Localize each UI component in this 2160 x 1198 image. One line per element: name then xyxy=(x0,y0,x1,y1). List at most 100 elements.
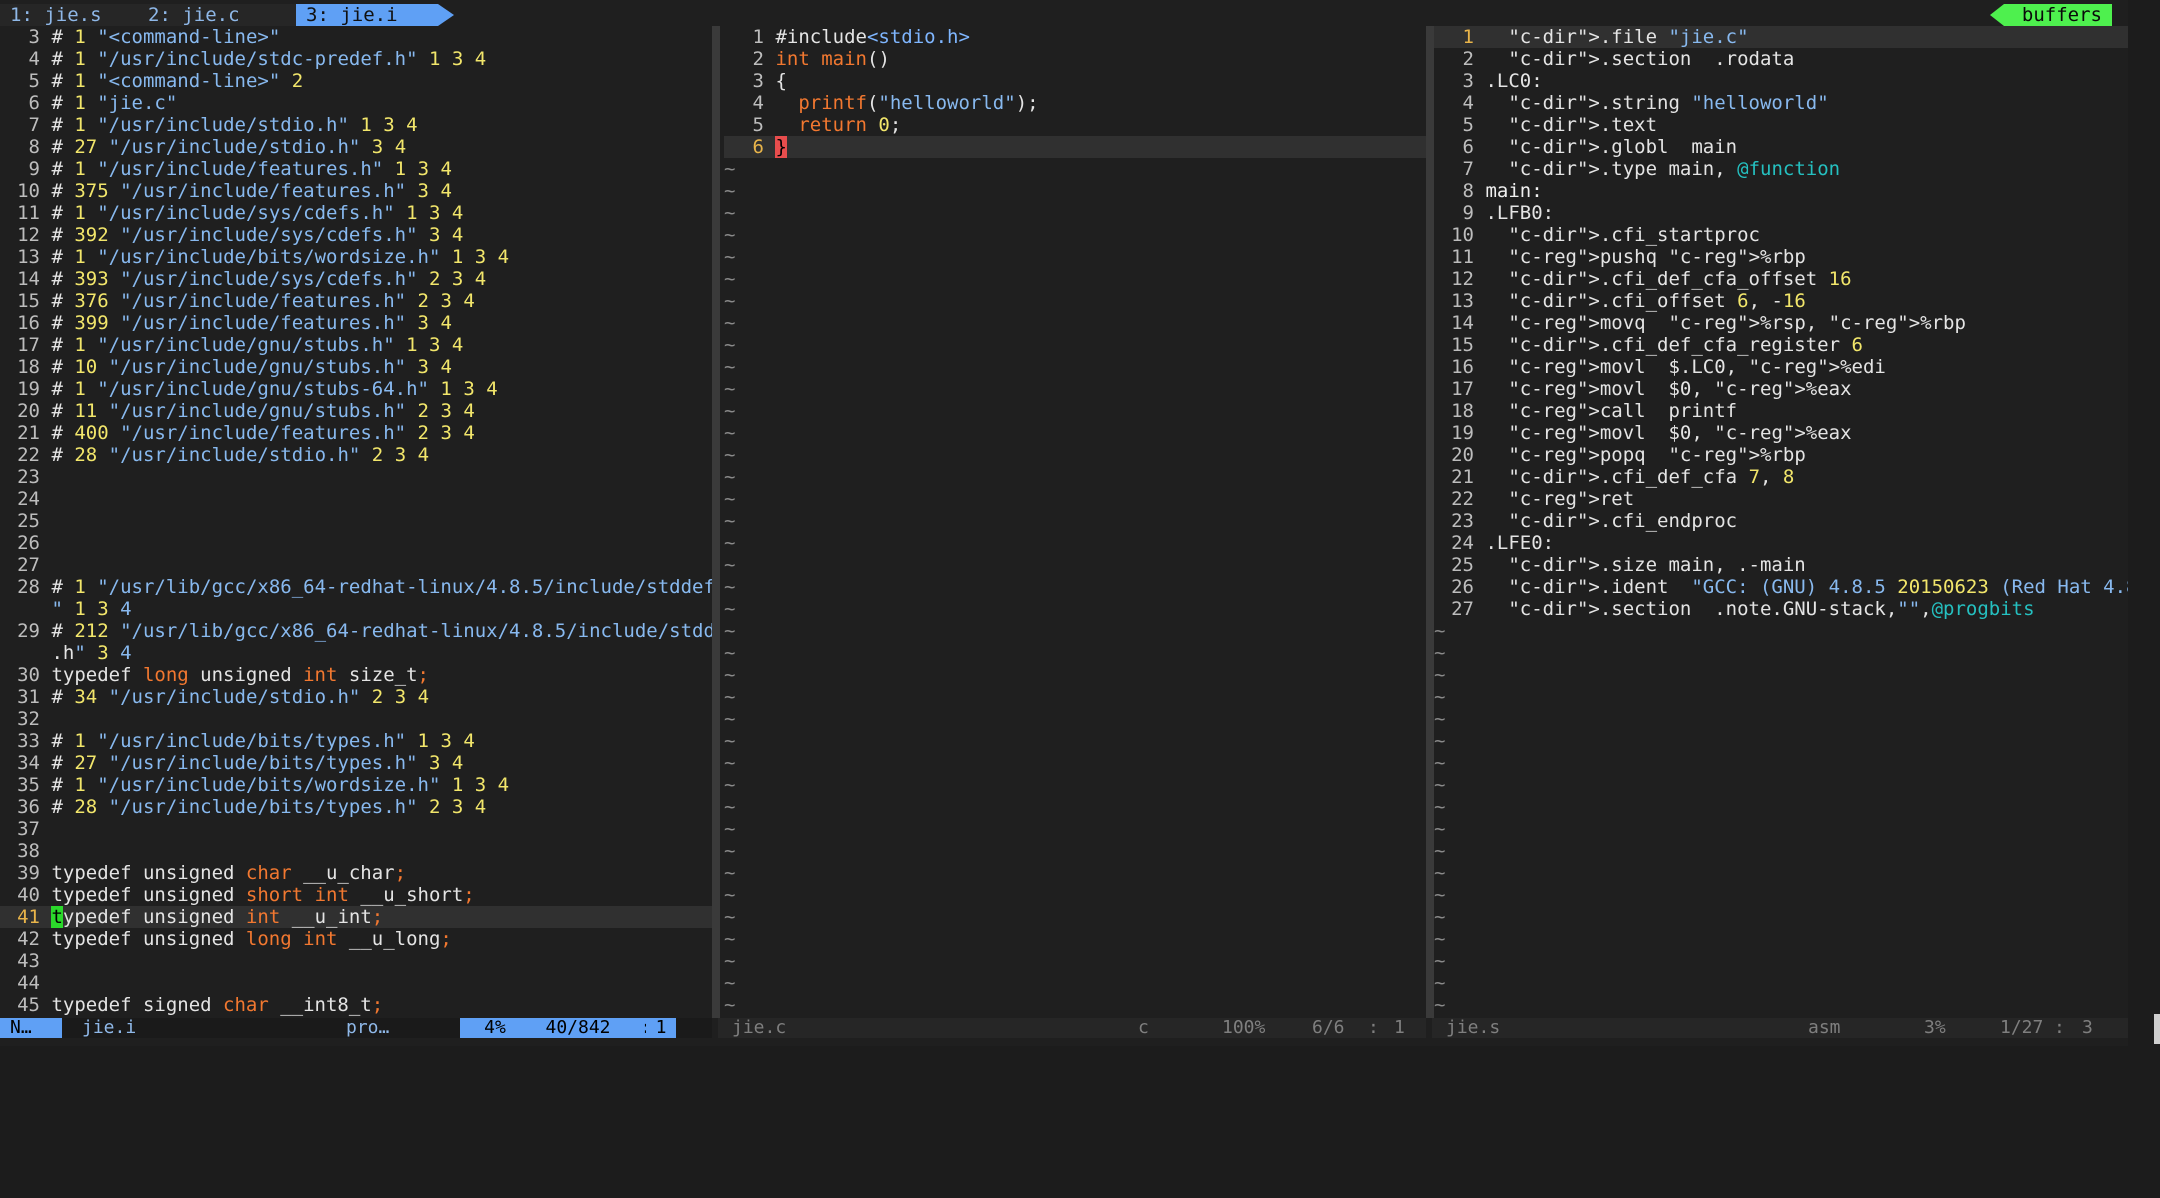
code-line[interactable]: 28 # 1 "/usr/lib/gcc/x86_64-redhat-linux… xyxy=(0,576,712,598)
code-line[interactable]: 18 # 10 "/usr/include/gnu/stubs.h" 3 4 xyxy=(0,356,712,378)
code-line[interactable]: 4 printf("helloworld"); xyxy=(724,92,1426,114)
code-line[interactable]: 3 { xyxy=(724,70,1426,92)
code-line[interactable]: 20 # 11 "/usr/include/gnu/stubs.h" 2 3 4 xyxy=(0,400,712,422)
code-line[interactable]: 30 typedef long unsigned int size_t; xyxy=(0,664,712,686)
code-line[interactable]: 2 "c-dir">.section .rodata xyxy=(1434,48,2128,70)
code-line[interactable]: .h" 3 4 xyxy=(0,642,712,664)
code-line[interactable]: 17 "c-reg">movl $0, "c-reg">%eax xyxy=(1434,378,2128,400)
code-line[interactable]: 2 int main() xyxy=(724,48,1426,70)
code-line[interactable]: 27 xyxy=(0,554,712,576)
code-line[interactable]: 21 "c-dir">.cfi_def_cfa 7, 8 xyxy=(1434,466,2128,488)
line-text: # 27 "/usr/include/stdio.h" 3 4 xyxy=(40,136,407,158)
code-line[interactable]: 34 # 27 "/usr/include/bits/types.h" 3 4 xyxy=(0,752,712,774)
code-line[interactable]: 6 } xyxy=(724,136,1426,158)
code-line[interactable]: 1 "c-dir">.file "jie.c" xyxy=(1434,26,2128,48)
code-line[interactable]: 1 #include<stdio.h> xyxy=(724,26,1426,48)
code-line[interactable]: " 1 3 4 xyxy=(0,598,712,620)
empty-line-marker: ~ xyxy=(724,444,736,466)
code-line[interactable]: 16 # 399 "/usr/include/features.h" 3 4 xyxy=(0,312,712,334)
code-line[interactable]: 25 xyxy=(0,510,712,532)
code-line[interactable]: 42 typedef unsigned long int __u_long; xyxy=(0,928,712,950)
buffers-label: buffers xyxy=(1989,4,2112,26)
code-line[interactable]: 41 typedef unsigned int __u_int; xyxy=(0,906,712,928)
code-line[interactable]: 26 "c-dir">.ident "GCC: (GNU) 4.8.5 2015… xyxy=(1434,576,2128,598)
code-line[interactable]: 9 # 1 "/usr/include/features.h" 1 3 4 xyxy=(0,158,712,180)
code-line[interactable]: 20 "c-reg">popq "c-reg">%rbp xyxy=(1434,444,2128,466)
code-line[interactable]: 22 # 28 "/usr/include/stdio.h" 2 3 4 xyxy=(0,444,712,466)
code-line[interactable]: 15 # 376 "/usr/include/features.h" 2 3 4 xyxy=(0,290,712,312)
code-line[interactable]: 24 .LFE0: xyxy=(1434,532,2128,554)
code-line[interactable]: 7 # 1 "/usr/include/stdio.h" 1 3 4 xyxy=(0,114,712,136)
code-line[interactable]: 29 # 212 "/usr/lib/gcc/x86_64-redhat-lin… xyxy=(0,620,712,642)
code-line[interactable]: 22 "c-reg">ret xyxy=(1434,488,2128,510)
code-line[interactable]: 5 return 0; xyxy=(724,114,1426,136)
code-line[interactable]: 15 "c-dir">.cfi_def_cfa_register 6 xyxy=(1434,334,2128,356)
code-line[interactable]: 45 typedef signed char __int8_t; xyxy=(0,994,712,1016)
code-line[interactable]: 23 "c-dir">.cfi_endproc xyxy=(1434,510,2128,532)
tab-jie-i-active[interactable]: 3: jie.i xyxy=(296,4,454,26)
pane-jie-i[interactable]: 3 # 1 "<command-line>" 4 # 1 "/usr/includ… xyxy=(0,26,712,1018)
status-percent: 100% xyxy=(1222,1017,1266,1038)
code-line[interactable]: 24 xyxy=(0,488,712,510)
tab-jie-c[interactable]: 2: jie.c xyxy=(138,4,298,26)
code-line[interactable]: 36 # 28 "/usr/include/bits/types.h" 2 3 … xyxy=(0,796,712,818)
code-line[interactable]: 9 .LFB0: xyxy=(1434,202,2128,224)
line-number: 4 xyxy=(1462,92,1474,114)
code-line[interactable]: 31 # 34 "/usr/include/stdio.h" 2 3 4 xyxy=(0,686,712,708)
vertical-split-1[interactable] xyxy=(712,26,720,1018)
code-line[interactable]: 6 # 1 "jie.c" xyxy=(0,92,712,114)
line-text: # 1 "/usr/include/gnu/stubs.h" 1 3 4 xyxy=(40,334,464,356)
code-line[interactable]: 25 "c-dir">.size main, .-main xyxy=(1434,554,2128,576)
line-number: 42 xyxy=(17,928,40,950)
code-line[interactable]: 11 # 1 "/usr/include/sys/cdefs.h" 1 3 4 xyxy=(0,202,712,224)
code-line[interactable]: 5 # 1 "<command-line>" 2 xyxy=(0,70,712,92)
code-line[interactable]: 26 xyxy=(0,532,712,554)
tab-jie-s[interactable]: 1: jie.s xyxy=(0,4,142,26)
code-line[interactable]: 33 # 1 "/usr/include/bits/types.h" 1 3 4 xyxy=(0,730,712,752)
code-line[interactable]: 32 xyxy=(0,708,712,730)
code-line[interactable]: 4 # 1 "/usr/include/stdc-predef.h" 1 3 4 xyxy=(0,48,712,70)
code-line[interactable]: 4 "c-dir">.string "helloworld" xyxy=(1434,92,2128,114)
pane-jie-s[interactable]: 1 "c-dir">.file "jie.c" 2 "c-dir">.sectio… xyxy=(1434,26,2128,1018)
code-line[interactable]: 18 "c-reg">call printf xyxy=(1434,400,2128,422)
code-line[interactable]: 14 # 393 "/usr/include/sys/cdefs.h" 2 3 … xyxy=(0,268,712,290)
code-line[interactable]: 10 "c-dir">.cfi_startproc xyxy=(1434,224,2128,246)
code-line[interactable]: 19 # 1 "/usr/include/gnu/stubs-64.h" 1 3… xyxy=(0,378,712,400)
pane-jie-c[interactable]: 1 #include<stdio.h> 2 int main() 3 {4 prin… xyxy=(724,26,1426,1018)
code-line[interactable]: 38 xyxy=(0,840,712,862)
code-line[interactable]: 3 # 1 "<command-line>" xyxy=(0,26,712,48)
code-line[interactable]: 10 # 375 "/usr/include/features.h" 3 4 xyxy=(0,180,712,202)
code-line[interactable]: 40 typedef unsigned short int __u_short; xyxy=(0,884,712,906)
code-line[interactable]: 6 "c-dir">.globl main xyxy=(1434,136,2128,158)
empty-line-marker: ~ xyxy=(1434,708,1446,730)
code-line[interactable]: 3 .LC0: xyxy=(1434,70,2128,92)
code-line[interactable]: 27 "c-dir">.section .note.GNU-stack,"",@… xyxy=(1434,598,2128,620)
code-line[interactable]: 8 main: xyxy=(1434,180,2128,202)
code-line[interactable]: 11 "c-reg">pushq "c-reg">%rbp xyxy=(1434,246,2128,268)
code-line[interactable]: 37 xyxy=(0,818,712,840)
code-line[interactable]: 7 "c-dir">.type main, @function xyxy=(1434,158,2128,180)
code-line[interactable]: 19 "c-reg">movl $0, "c-reg">%eax xyxy=(1434,422,2128,444)
code-line[interactable]: 23 xyxy=(0,466,712,488)
code-line[interactable]: 5 "c-dir">.text xyxy=(1434,114,2128,136)
line-text xyxy=(40,510,51,532)
vertical-split-2[interactable] xyxy=(1426,26,1434,1018)
code-line[interactable]: 8 # 27 "/usr/include/stdio.h" 3 4 xyxy=(0,136,712,158)
line-number: 26 xyxy=(1451,576,1474,598)
window-scrollbar[interactable] xyxy=(2154,1014,2160,1044)
code-line[interactable]: 17 # 1 "/usr/include/gnu/stubs.h" 1 3 4 xyxy=(0,334,712,356)
code-line[interactable]: 44 xyxy=(0,972,712,994)
line-number: 18 xyxy=(17,356,40,378)
code-line[interactable]: 21 # 400 "/usr/include/features.h" 2 3 4 xyxy=(0,422,712,444)
code-line[interactable]: 13 # 1 "/usr/include/bits/wordsize.h" 1 … xyxy=(0,246,712,268)
code-line[interactable]: 12 # 392 "/usr/include/sys/cdefs.h" 3 4 xyxy=(0,224,712,246)
code-line[interactable]: 12 "c-dir">.cfi_def_cfa_offset 16 xyxy=(1434,268,2128,290)
code-line[interactable]: 35 # 1 "/usr/include/bits/wordsize.h" 1 … xyxy=(0,774,712,796)
empty-line-marker: ~ xyxy=(724,532,736,554)
code-line[interactable]: 39 typedef unsigned char __u_char; xyxy=(0,862,712,884)
code-line[interactable]: 16 "c-reg">movl $.LC0, "c-reg">%edi xyxy=(1434,356,2128,378)
code-line[interactable]: 13 "c-dir">.cfi_offset 6, -16 xyxy=(1434,290,2128,312)
code-line[interactable]: 14 "c-reg">movq "c-reg">%rsp, "c-reg">%r… xyxy=(1434,312,2128,334)
empty-line-marker: ~ xyxy=(724,202,736,224)
code-line[interactable]: 43 xyxy=(0,950,712,972)
